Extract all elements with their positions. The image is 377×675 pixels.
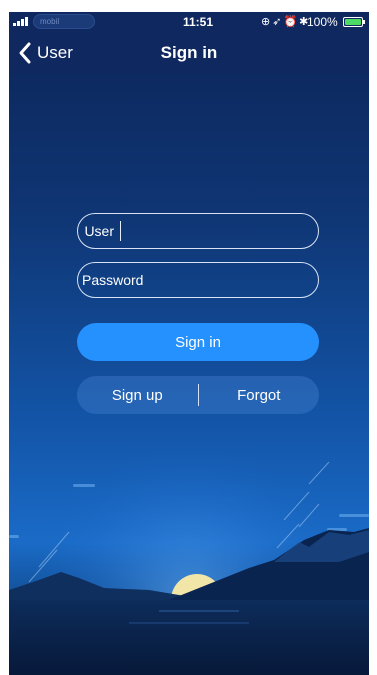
user-field[interactable]: User (77, 213, 319, 249)
battery-icon (343, 17, 365, 27)
alarm-icon: ⏰ (283, 16, 300, 28)
carrier-name: mobil (33, 14, 95, 29)
location-icon: ⊕ (261, 16, 273, 28)
forgot-button[interactable]: Forgot (199, 387, 320, 404)
status-icons: ⊕➶⏰✱ (261, 15, 310, 28)
sign-in-button[interactable]: Sign in (77, 323, 319, 361)
sign-up-button[interactable]: Sign up (77, 387, 198, 404)
password-input[interactable] (143, 265, 341, 295)
user-field-label: User (84, 223, 114, 239)
battery-fill (345, 19, 361, 25)
status-time: 11:51 (183, 15, 214, 29)
night-landscape-illustration (9, 432, 369, 675)
secondary-actions: Sign up Forgot (77, 376, 319, 414)
battery-percent: 100% (307, 15, 338, 29)
navigation-bar: User Sign in (9, 32, 369, 74)
page-title: Sign in (160, 43, 218, 62)
signal-icon (13, 17, 28, 26)
arrow-icon: ➶ (272, 16, 284, 28)
status-bar: mobil 11:51 ⊕➶⏰✱ 100% (9, 12, 369, 32)
user-input[interactable] (121, 216, 318, 246)
password-field-label: Password (82, 272, 144, 288)
password-field[interactable]: Password (77, 262, 341, 298)
sign-in-screen: mobil 11:51 ⊕➶⏰✱ 100% User Sign in User … (9, 12, 369, 675)
